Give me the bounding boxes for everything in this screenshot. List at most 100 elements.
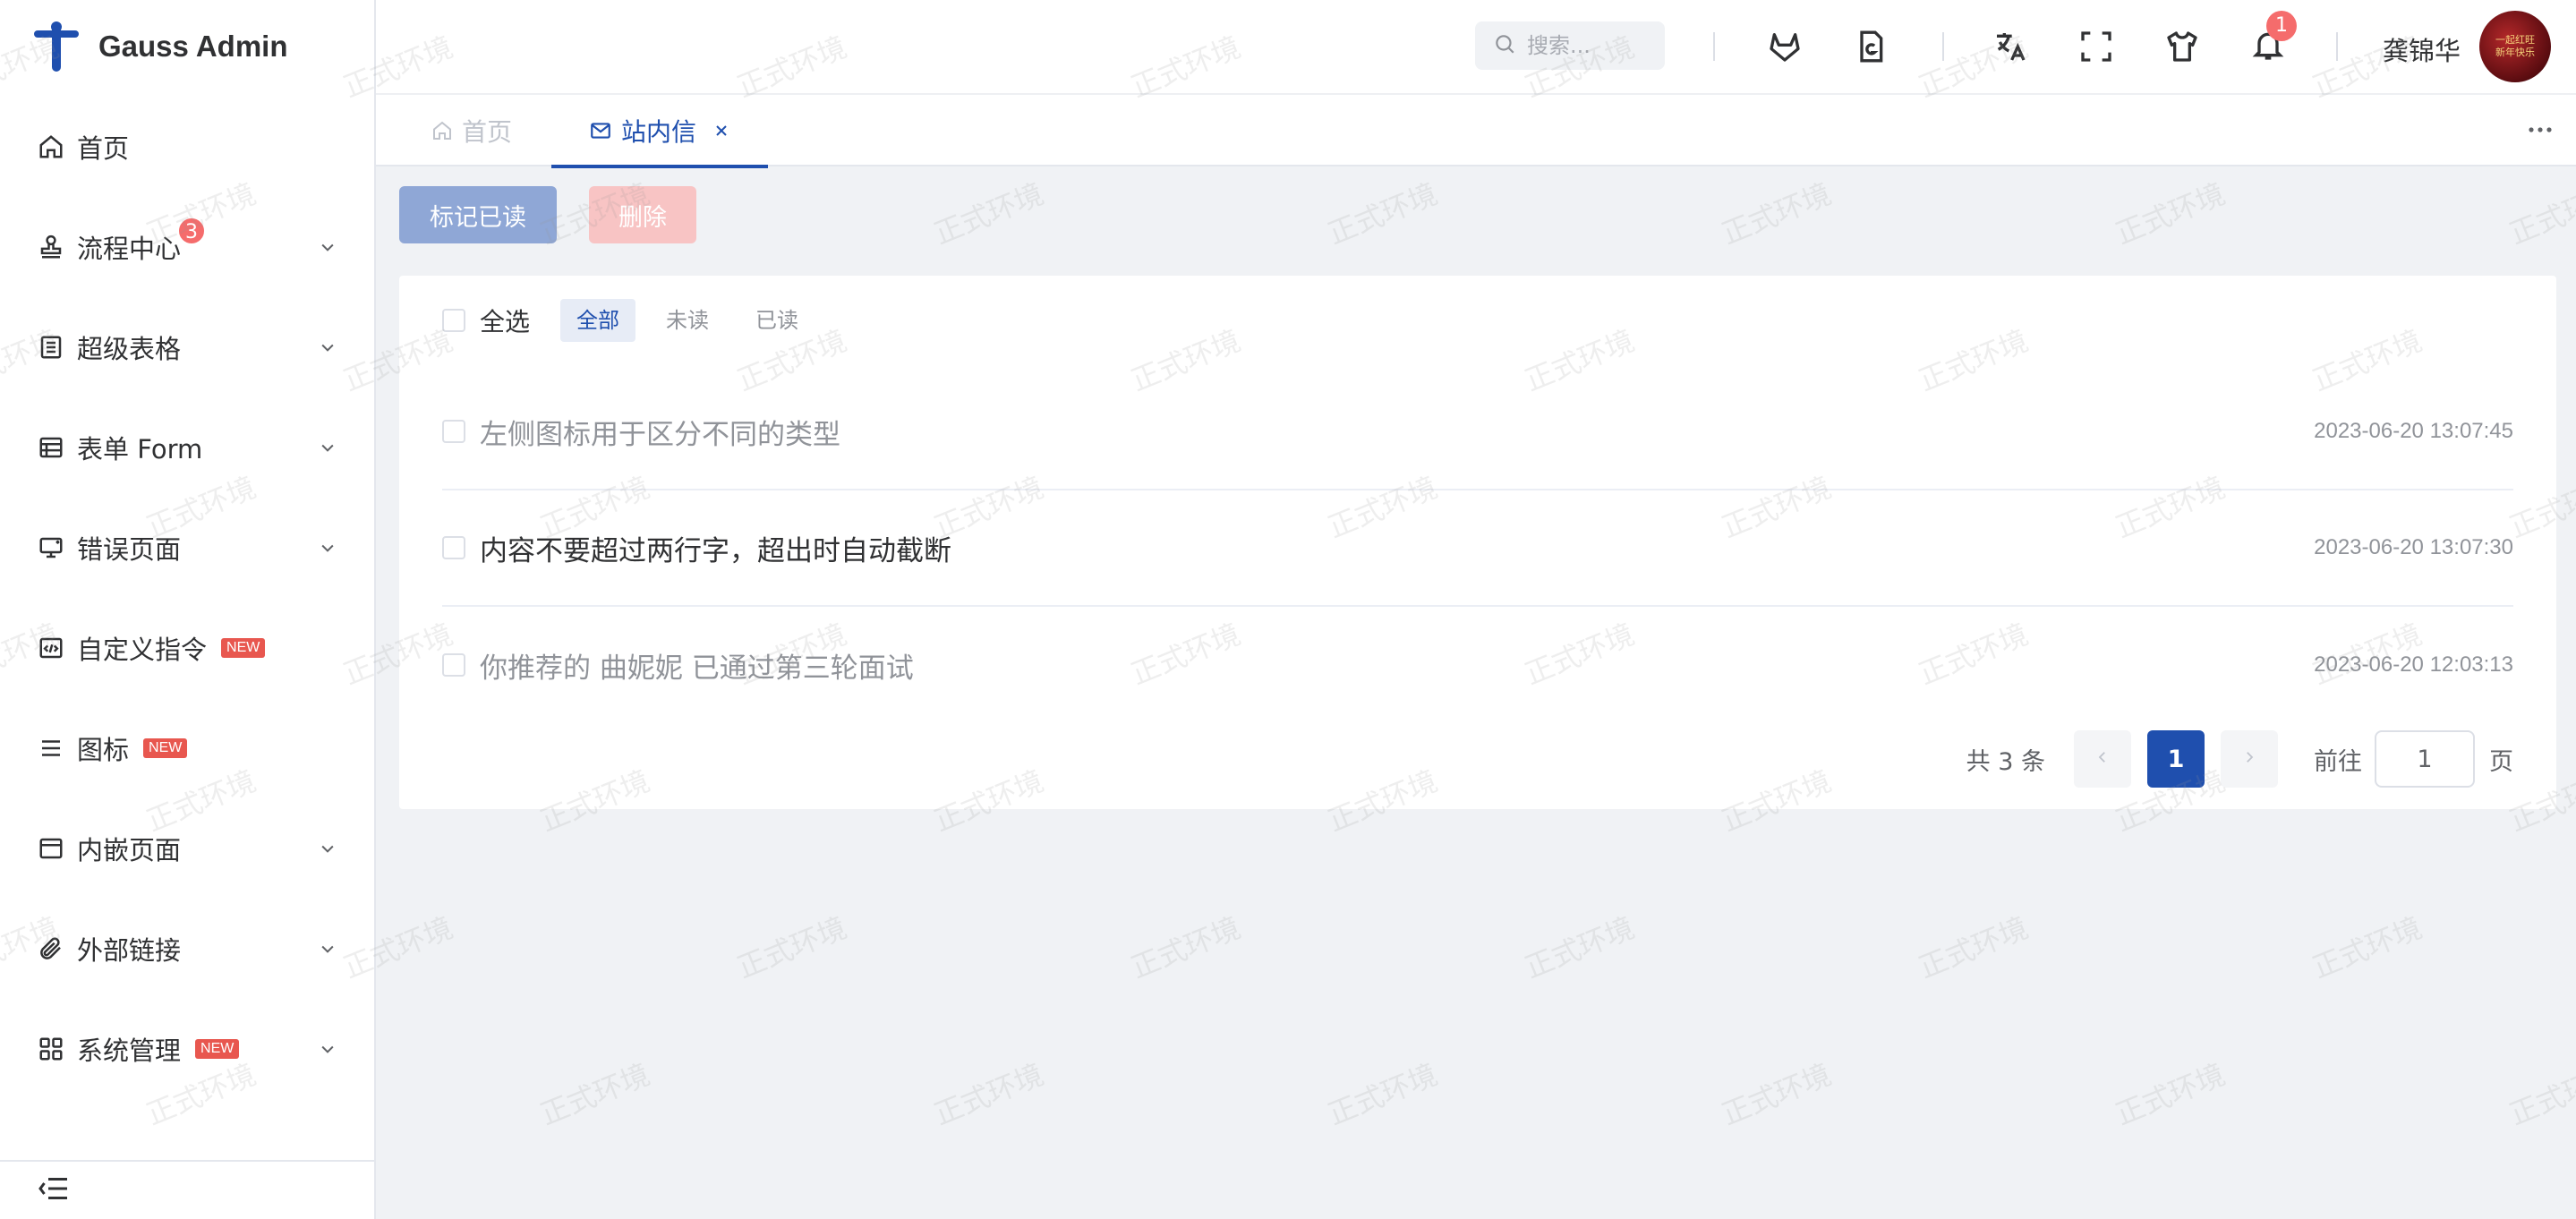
- sidebar-menu: 首页 流程中心 3 超级表格 表单 Form 错误页面 自定义指令 NEW 图标…: [0, 97, 374, 1099]
- sidebar-item-workflow[interactable]: 流程中心 3: [0, 197, 374, 297]
- sidebar-item-label: 内嵌页面: [77, 835, 182, 865]
- watermark-text: 正式环境: [2111, 1057, 2231, 1132]
- more-options-icon[interactable]: [2522, 116, 2558, 143]
- filter-row: 全选 全部 未读 已读: [442, 297, 829, 344]
- header-divider: [1942, 32, 1944, 61]
- page-number-button[interactable]: 1: [2147, 730, 2205, 788]
- sidebar-item-home[interactable]: 首页: [0, 97, 374, 197]
- notification-bell[interactable]: 1: [2245, 11, 2297, 70]
- sidebar-item-label: 外部链接: [77, 935, 182, 966]
- message-checkbox[interactable]: [442, 536, 465, 559]
- tab-label: 首页: [462, 117, 513, 147]
- delete-button[interactable]: 删除: [589, 186, 696, 243]
- sidebar-item-label: 超级表格: [77, 334, 182, 364]
- home-icon: [431, 120, 453, 141]
- chevron-down-icon: [319, 238, 337, 256]
- avatar-text: 新年快乐: [2495, 47, 2535, 58]
- sidebar-item-label: 表单 Form: [77, 434, 203, 465]
- new-tag: NEW: [221, 638, 266, 658]
- sidebar-item-iframe[interactable]: 内嵌页面: [0, 798, 374, 899]
- document-icon[interactable]: [1847, 23, 1894, 70]
- message-time: 2023-06-20 13:07:45: [2314, 419, 2513, 443]
- logo[interactable]: Gauss Admin: [32, 20, 288, 73]
- tab-home[interactable]: 首页: [431, 95, 512, 166]
- watermark-text: 正式环境: [1323, 176, 1443, 251]
- page-unit-label: 页: [2489, 747, 2513, 776]
- watermark-text: 正式环境: [929, 1057, 1049, 1132]
- message-time: 2023-06-20 13:07:30: [2314, 535, 2513, 559]
- sidebar-item-system[interactable]: 系统管理 NEW: [0, 999, 374, 1099]
- chevron-left-icon: [2094, 749, 2111, 769]
- form-table-icon: [36, 432, 66, 463]
- prev-page-button[interactable]: [2074, 730, 2131, 788]
- home-icon: [36, 132, 66, 162]
- filter-unread[interactable]: 未读: [650, 299, 725, 342]
- chevron-down-icon: [319, 338, 337, 356]
- theme-shirt-icon[interactable]: [2159, 23, 2205, 70]
- message-list-card: 全选 全部 未读 已读 左侧图标用于区分不同的类型 2023-06-20 13:…: [399, 276, 2556, 809]
- filter-all[interactable]: 全部: [560, 299, 636, 342]
- sidebar-item-external-links[interactable]: 外部链接: [0, 899, 374, 999]
- avatar-text: 一起红旺: [2495, 34, 2535, 46]
- logo-icon: [32, 21, 81, 72]
- fullscreen-icon[interactable]: [2073, 23, 2120, 70]
- mail-icon: [589, 119, 612, 142]
- watermark-text: 正式环境: [1914, 910, 2034, 985]
- username[interactable]: 龚锦华: [2383, 30, 2461, 68]
- header-divider: [1713, 32, 1715, 61]
- watermark-text: 正式环境: [1717, 1057, 1837, 1132]
- document-table-icon: [36, 332, 66, 362]
- close-icon[interactable]: [712, 122, 730, 140]
- message-checkbox[interactable]: [442, 653, 465, 677]
- notification-count-badge: 1: [2266, 11, 2297, 41]
- watermark-text: 正式环境: [1520, 910, 1640, 985]
- message-title[interactable]: 你推荐的 曲妮妮 已通过第三轮面试: [480, 645, 914, 686]
- tab-inbox[interactable]: 站内信: [551, 95, 769, 168]
- message-row[interactable]: 左侧图标用于区分不同的类型 2023-06-20 13:07:45: [442, 374, 2513, 490]
- pagination: 共 3 条 1 前往 页: [1966, 730, 2513, 788]
- watermark-text: 正式环境: [2504, 176, 2576, 251]
- sidebar-collapse-toggle[interactable]: [0, 1160, 374, 1219]
- translate-icon[interactable]: [1987, 23, 2034, 70]
- search-box[interactable]: [1475, 21, 1665, 70]
- avatar[interactable]: 一起红旺 新年快乐: [2479, 11, 2551, 82]
- select-all-label[interactable]: 全选: [480, 303, 530, 338]
- mark-read-button[interactable]: 标记已读: [399, 186, 557, 243]
- filter-read[interactable]: 已读: [739, 299, 815, 342]
- goto-label: 前往: [2314, 747, 2362, 776]
- select-all-checkbox[interactable]: [442, 309, 465, 332]
- message-row[interactable]: 内容不要超过两行字，超出时自动截断 2023-06-20 13:07:30: [442, 490, 2513, 607]
- grid-icon: [36, 1034, 66, 1064]
- message-title[interactable]: 内容不要超过两行字，超出时自动截断: [480, 528, 951, 568]
- chevron-right-icon: [2241, 749, 2257, 769]
- next-page-button[interactable]: [2221, 730, 2278, 788]
- message-checkbox[interactable]: [442, 420, 465, 443]
- watermark-text: 正式环境: [2307, 910, 2427, 985]
- header-divider: [2336, 32, 2338, 61]
- message-time: 2023-06-20 12:03:13: [2314, 652, 2513, 677]
- sidebar-item-label: 错误页面: [77, 534, 182, 565]
- watermark-text: 正式环境: [2504, 1057, 2576, 1132]
- goto-page-input[interactable]: [2375, 730, 2475, 788]
- paperclip-icon: [36, 933, 66, 964]
- sidebar-item-error-pages[interactable]: 错误页面: [0, 498, 374, 598]
- sidebar-item-label: 图标: [77, 735, 130, 765]
- gitlab-icon[interactable]: [1761, 23, 1808, 70]
- window-icon: [36, 833, 66, 864]
- message-row[interactable]: 你推荐的 曲妮妮 已通过第三轮面试 2023-06-20 12:03:13: [442, 607, 2513, 723]
- sidebar-item-icons[interactable]: 图标 NEW: [0, 698, 374, 798]
- stamp-icon: [36, 232, 66, 262]
- tab-bar: 首页 站内信: [376, 95, 2576, 168]
- watermark-text: 正式环境: [1323, 1057, 1443, 1132]
- search-input[interactable]: [1527, 33, 1652, 58]
- watermark-text: 正式环境: [535, 1057, 655, 1132]
- sidebar-item-form[interactable]: 表单 Form: [0, 397, 374, 498]
- chevron-down-icon: [319, 1040, 337, 1058]
- sidebar-item-super-table[interactable]: 超级表格: [0, 297, 374, 397]
- sidebar-item-directives[interactable]: 自定义指令 NEW: [0, 598, 374, 698]
- chevron-down-icon: [319, 940, 337, 958]
- message-title[interactable]: 左侧图标用于区分不同的类型: [480, 412, 840, 452]
- chevron-down-icon: [319, 539, 337, 557]
- sidebar-item-label: 首页: [77, 133, 130, 164]
- new-tag: NEW: [195, 1039, 240, 1059]
